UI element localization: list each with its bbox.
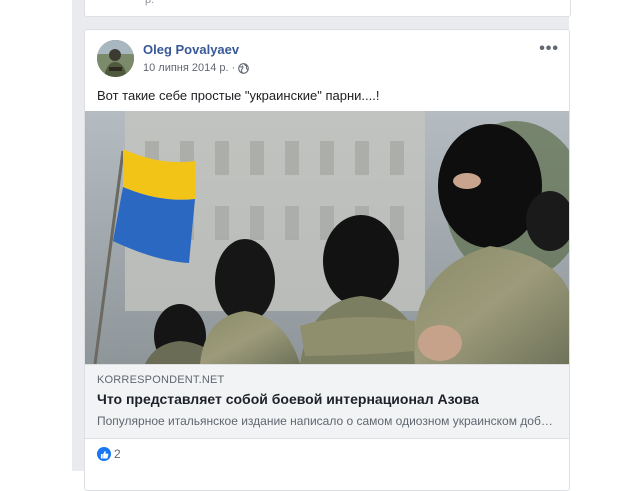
- previous-post-card: р.: [84, 0, 571, 17]
- link-preview-info[interactable]: KORRESPONDENT.NET Что представляет собой…: [85, 364, 569, 439]
- link-title[interactable]: Что представляет собой боевой интернацио…: [97, 391, 479, 407]
- more-options-icon[interactable]: •••: [539, 40, 559, 58]
- link-domain: KORRESPONDENT.NET: [97, 374, 225, 386]
- link-description: Популярное итальянское издание написало …: [97, 414, 559, 428]
- masked-men-photo: [85, 111, 569, 364]
- author-avatar[interactable]: [97, 40, 134, 77]
- reactions-summary[interactable]: 2: [97, 447, 121, 461]
- like-icon: [97, 447, 111, 461]
- avatar-photo: [97, 40, 134, 77]
- post-meta: 10 липня 2014 р. ·: [143, 62, 250, 74]
- reaction-count[interactable]: 2: [114, 447, 121, 461]
- post-date[interactable]: 10 липня 2014 р.: [143, 62, 229, 74]
- globe-icon[interactable]: [238, 62, 250, 74]
- post-text: Вот такие себе простые "украинские" парн…: [97, 88, 380, 103]
- feed-post: Oleg Povalyaev 10 липня 2014 р. · ••• Во…: [84, 29, 570, 491]
- author-name[interactable]: Oleg Povalyaev: [143, 42, 239, 57]
- meta-separator: ·: [231, 62, 236, 74]
- previous-post-text: р.: [145, 0, 155, 6]
- link-preview-image[interactable]: [85, 111, 569, 364]
